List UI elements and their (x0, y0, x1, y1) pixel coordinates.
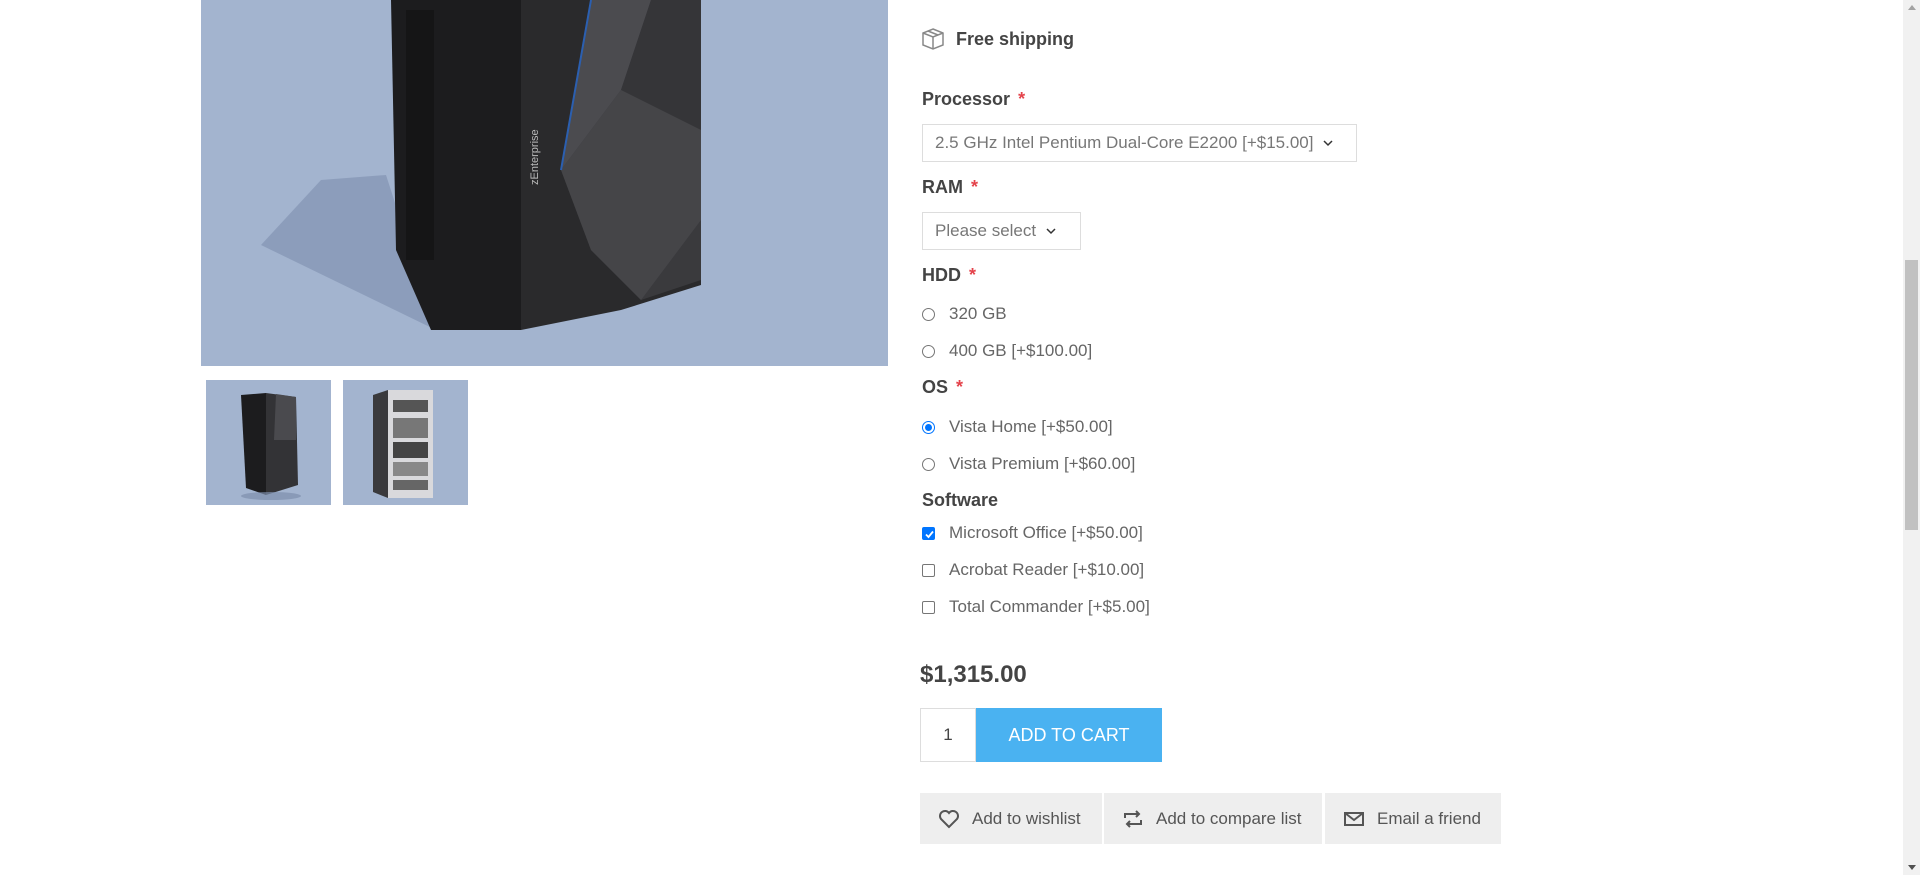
email-a-friend-button[interactable]: Email a friend (1325, 793, 1501, 844)
ram-label: RAM * (922, 177, 978, 198)
scrollbar-thumb[interactable] (1905, 260, 1918, 530)
main-product-picture[interactable]: zEnterprise (201, 0, 888, 366)
processor-select[interactable]: 2.5 GHz Intel Pentium Dual-Core E2200 [+… (922, 124, 1357, 162)
os-label-text: OS (922, 377, 949, 397)
heart-icon (939, 809, 959, 828)
ram-selected-value: Please select (935, 221, 1037, 240)
hdd-option-400[interactable]: 400 GB [+$100.00] (922, 340, 1092, 362)
os-radio-vista-home[interactable] (922, 420, 935, 434)
hdd-option-label: 400 GB [+$100.00] (949, 341, 1093, 360)
software-label-text: Software (922, 490, 999, 510)
required-mark: * (1018, 89, 1026, 109)
compare-label: Add to compare list (1156, 808, 1302, 828)
scroll-up-arrow-icon[interactable] (1908, 5, 1916, 10)
required-mark: * (956, 377, 964, 397)
hdd-option-320[interactable]: 320 GB (922, 303, 1007, 325)
os-label: OS * (922, 377, 963, 398)
software-checkbox-acrobat[interactable] (922, 563, 935, 577)
add-to-cart-button[interactable]: ADD TO CART (976, 708, 1162, 762)
os-option-label: Vista Home [+$50.00] (949, 417, 1113, 436)
software-option-acrobat[interactable]: Acrobat Reader [+$10.00] (922, 559, 1144, 581)
scroll-down-arrow-icon[interactable] (1908, 865, 1916, 870)
processor-label-text: Processor (922, 89, 1011, 109)
checkmark-icon (925, 530, 934, 538)
add-to-wishlist-button[interactable]: Add to wishlist (920, 793, 1102, 844)
server-front-thumbnail (241, 393, 301, 500)
box-icon (922, 28, 944, 50)
hdd-radio-320[interactable] (922, 307, 935, 321)
software-option-label: Microsoft Office [+$50.00] (949, 523, 1143, 542)
add-to-compare-button[interactable]: Add to compare list (1104, 793, 1322, 844)
thumbnail-1[interactable] (206, 380, 331, 505)
hdd-radio-400[interactable] (922, 344, 935, 358)
os-radio-vista-premium[interactable] (922, 457, 935, 471)
svg-text:zEnterprise: zEnterprise (529, 129, 541, 185)
software-checkbox-office[interactable] (922, 526, 935, 540)
processor-selected-value: 2.5 GHz Intel Pentium Dual-Core E2200 [+… (935, 133, 1314, 152)
chevron-down-icon (1046, 228, 1056, 235)
required-mark: * (971, 177, 979, 197)
software-option-office[interactable]: Microsoft Office [+$50.00] (922, 522, 1143, 544)
os-option-vista-premium[interactable]: Vista Premium [+$60.00] (922, 453, 1135, 475)
envelope-icon (1344, 811, 1364, 826)
page-scrollbar[interactable] (1903, 0, 1920, 875)
software-option-total-commander[interactable]: Total Commander [+$5.00] (922, 596, 1150, 618)
hdd-label-text: HDD (922, 265, 961, 285)
software-option-label: Total Commander [+$5.00] (949, 597, 1150, 616)
compare-arrows-icon (1124, 809, 1142, 828)
server-tower-image: zEnterprise (261, 0, 701, 330)
processor-label: Processor * (922, 89, 1025, 110)
ram-label-text: RAM (922, 177, 963, 197)
quantity-input[interactable]: 1 (920, 708, 976, 762)
free-shipping-info: Free shipping (920, 24, 1074, 54)
os-option-vista-home[interactable]: Vista Home [+$50.00] (922, 416, 1113, 438)
ram-select[interactable]: Please select (922, 212, 1081, 250)
product-price: $1,315.00 (920, 661, 1027, 688)
hdd-label: HDD * (922, 265, 976, 286)
chevron-down-icon (1323, 140, 1333, 147)
required-mark: * (969, 265, 977, 285)
software-option-label: Acrobat Reader [+$10.00] (949, 560, 1145, 579)
software-label: Software (922, 490, 998, 511)
software-checkbox-total-commander[interactable] (922, 600, 935, 614)
email-label: Email a friend (1377, 808, 1481, 828)
shipping-label: Free shipping (956, 28, 1075, 49)
server-open-thumbnail (373, 390, 433, 498)
thumbnail-2[interactable] (343, 380, 468, 505)
os-option-label: Vista Premium [+$60.00] (949, 454, 1136, 473)
hdd-option-label: 320 GB (949, 304, 1007, 323)
wishlist-label: Add to wishlist (972, 808, 1081, 828)
